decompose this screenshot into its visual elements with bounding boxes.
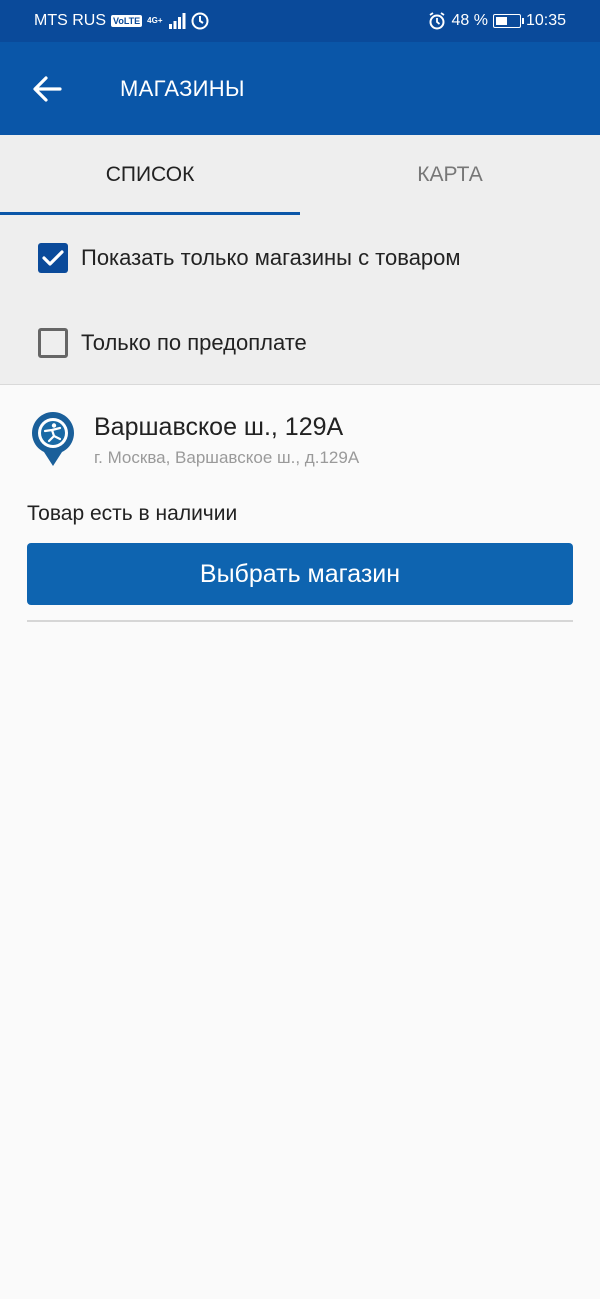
- status-bar-right: 48 % 10:35: [428, 12, 566, 30]
- status-bar: MTS RUS VoLTE 4G+ 48 % 10:35: [0, 0, 600, 42]
- checkmark-icon: [42, 249, 64, 266]
- tab-bar: СПИСОК КАРТА: [0, 135, 600, 215]
- select-store-button[interactable]: Выбрать магазин: [27, 543, 573, 605]
- network-type: 4G+: [147, 16, 163, 25]
- store-card: Варшавское ш., 129А г. Москва, Варшавско…: [0, 386, 600, 622]
- filter-prepayment[interactable]: Только по предоплате: [0, 300, 600, 385]
- page-title: МАГАЗИНЫ: [120, 75, 245, 101]
- status-bar-left: MTS RUS VoLTE 4G+: [34, 12, 209, 30]
- prepayment-label: Только по предоплате: [81, 329, 307, 355]
- sync-icon: [191, 12, 209, 30]
- in-stock-checkbox[interactable]: [38, 242, 68, 273]
- store-name: Варшавское ш., 129А: [94, 413, 344, 441]
- app-bar: МАГАЗИНЫ: [0, 42, 600, 135]
- volte-badge: VoLTE: [111, 15, 143, 27]
- tab-map[interactable]: КАРТА: [300, 135, 600, 215]
- store-pin-icon: [32, 412, 74, 466]
- back-arrow-icon: [33, 75, 62, 102]
- battery-icon: [492, 14, 524, 28]
- back-button[interactable]: [17, 59, 77, 119]
- signal-icon: [168, 13, 186, 29]
- filter-panel: СПИСОК КАРТА Показать только магазины с …: [0, 135, 600, 385]
- store-header: Варшавское ш., 129А г. Москва, Варшавско…: [0, 386, 600, 468]
- availability-text: Товар есть в наличии: [27, 502, 238, 525]
- carrier-name: MTS RUS: [34, 12, 106, 29]
- alarm-icon: [429, 12, 445, 30]
- prepayment-checkbox[interactable]: [38, 327, 68, 358]
- clock: 10:35: [525, 12, 566, 29]
- tab-list[interactable]: СПИСОК: [0, 135, 300, 215]
- store-address: г. Москва, Варшавское ш., д.129А: [94, 448, 360, 467]
- battery-percent: 48 %: [451, 12, 488, 29]
- divider: [27, 620, 573, 622]
- filter-in-stock[interactable]: Показать только магазины с товаром: [0, 215, 600, 300]
- in-stock-label: Показать только магазины с товаром: [81, 244, 461, 270]
- active-tab-indicator: [0, 212, 300, 215]
- store-info: Варшавское ш., 129А г. Москва, Варшавско…: [94, 412, 359, 468]
